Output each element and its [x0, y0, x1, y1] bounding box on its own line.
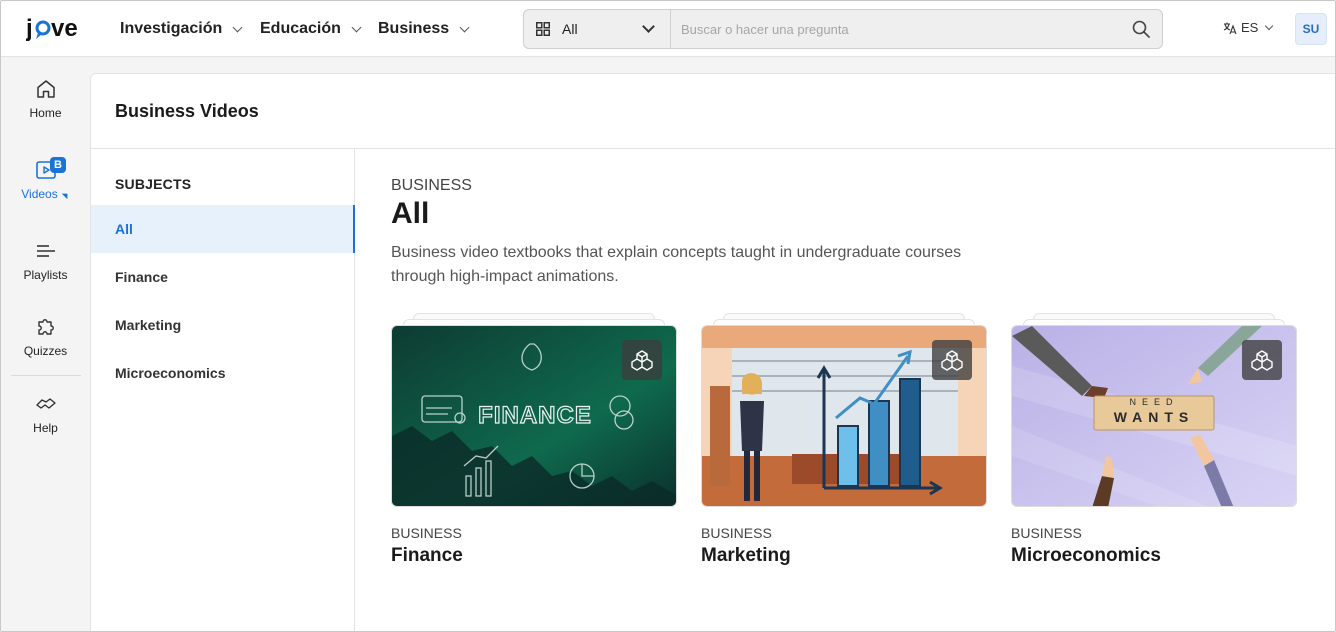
chevron-down-icon: [459, 22, 470, 32]
videos-badge: B: [50, 157, 66, 173]
micro-thumb-word-wants: WANTS: [1114, 409, 1195, 425]
rail-item-videos[interactable]: B Videos: [1, 157, 90, 201]
jove-logo[interactable]: j ve: [26, 13, 86, 45]
cube-icon: [1251, 350, 1273, 371]
search-bar: All: [523, 9, 1163, 49]
nav-investigacion[interactable]: Investigación: [120, 1, 243, 57]
course-card-marketing[interactable]: BUSINESS Marketing: [701, 313, 987, 566]
search-input[interactable]: [672, 10, 1122, 48]
puzzle-icon: [37, 319, 54, 335]
app-window: j ve Investigación Educación Business Al…: [0, 0, 1336, 632]
chevron-down-icon: [642, 20, 655, 33]
chevron-down-icon: [1265, 21, 1274, 31]
home-icon: [36, 80, 55, 98]
rail-videos-label: Videos: [21, 187, 58, 201]
svg-text:ve: ve: [51, 15, 78, 42]
nav-educacion[interactable]: Educación: [260, 1, 362, 57]
nav-investigacion-label: Investigación: [120, 20, 223, 37]
rail-item-quizzes[interactable]: Quizzes: [1, 316, 90, 358]
nav-business-label: Business: [378, 20, 450, 37]
micro-thumb-word-need: NEED: [1129, 397, 1178, 407]
rail-item-playlists[interactable]: Playlists: [1, 240, 90, 282]
rail-item-help[interactable]: Help: [1, 393, 90, 435]
user-avatar[interactable]: SU: [1295, 13, 1327, 45]
cube-icon-button[interactable]: [932, 340, 972, 380]
cube-icon: [941, 350, 963, 371]
content-panel: Business Videos SUBJECTS All Finance Mar…: [90, 73, 1335, 631]
subjects-sidebar: SUBJECTS All Finance Marketing Microecon…: [91, 149, 355, 631]
top-bar: j ve Investigación Educación Business Al…: [1, 1, 1335, 57]
section-heading: All: [391, 197, 430, 230]
course-card-microeconomics[interactable]: NEED WANTS BUSINESS Microeconomics: [1011, 313, 1297, 566]
rail-divider: [11, 375, 81, 376]
subject-item-finance[interactable]: Finance: [91, 253, 355, 301]
page-title: Business Videos: [115, 101, 259, 121]
card-kicker: BUSINESS: [391, 525, 462, 541]
search-scope-select[interactable]: All: [524, 10, 671, 48]
search-scope-label: All: [562, 21, 578, 37]
chevron-down-icon: [351, 22, 362, 32]
translate-icon: [1223, 22, 1237, 34]
section-kicker: BUSINESS: [391, 177, 472, 194]
search-icon[interactable]: [1132, 20, 1150, 38]
language-selector[interactable]: ES: [1223, 20, 1274, 35]
nav-educacion-label: Educación: [260, 20, 341, 37]
course-card-finance[interactable]: FINANCE BUSINESS Finance: [391, 313, 677, 566]
card-title[interactable]: Microeconomics: [1011, 545, 1161, 567]
subjects-heading: SUBJECTS: [115, 176, 192, 192]
finance-thumb-text: FINANCE: [478, 402, 592, 429]
card-kicker: BUSINESS: [1011, 525, 1082, 541]
left-rail: Home B Videos Playlists Quizzes Help: [1, 58, 90, 631]
card-kicker: BUSINESS: [701, 525, 772, 541]
cube-icon: [631, 350, 653, 371]
microeconomics-thumbnail[interactable]: NEED WANTS: [1011, 325, 1297, 507]
card-title[interactable]: Finance: [391, 545, 463, 567]
caret-icon: [61, 190, 70, 200]
rail-playlists-label: Playlists: [23, 268, 68, 282]
nav-business[interactable]: Business: [378, 1, 470, 57]
marketing-thumbnail[interactable]: [701, 325, 987, 507]
card-title[interactable]: Marketing: [701, 545, 791, 567]
chevron-down-icon: [232, 22, 243, 32]
help-handshake-icon: [35, 398, 56, 409]
cube-icon-button[interactable]: [622, 340, 662, 380]
language-code: ES: [1241, 20, 1259, 35]
cube-icon-button[interactable]: [1242, 340, 1282, 380]
subject-item-microeconomics[interactable]: Microeconomics: [91, 349, 355, 397]
section-description: Business video textbooks that explain co…: [391, 244, 962, 285]
finance-thumbnail[interactable]: FINANCE: [391, 325, 677, 507]
subject-item-marketing[interactable]: Marketing: [91, 301, 355, 349]
rail-home-label: Home: [29, 106, 62, 120]
main-content: BUSINESS All Business video textbooks th…: [391, 149, 1331, 631]
rail-item-home[interactable]: Home: [1, 78, 90, 120]
rail-quizzes-label: Quizzes: [23, 344, 68, 358]
subject-item-all[interactable]: All: [91, 205, 355, 253]
svg-text:j: j: [26, 15, 33, 42]
grid-icon: [536, 22, 550, 36]
rail-help-label: Help: [33, 421, 58, 435]
playlist-icon: [36, 245, 55, 257]
